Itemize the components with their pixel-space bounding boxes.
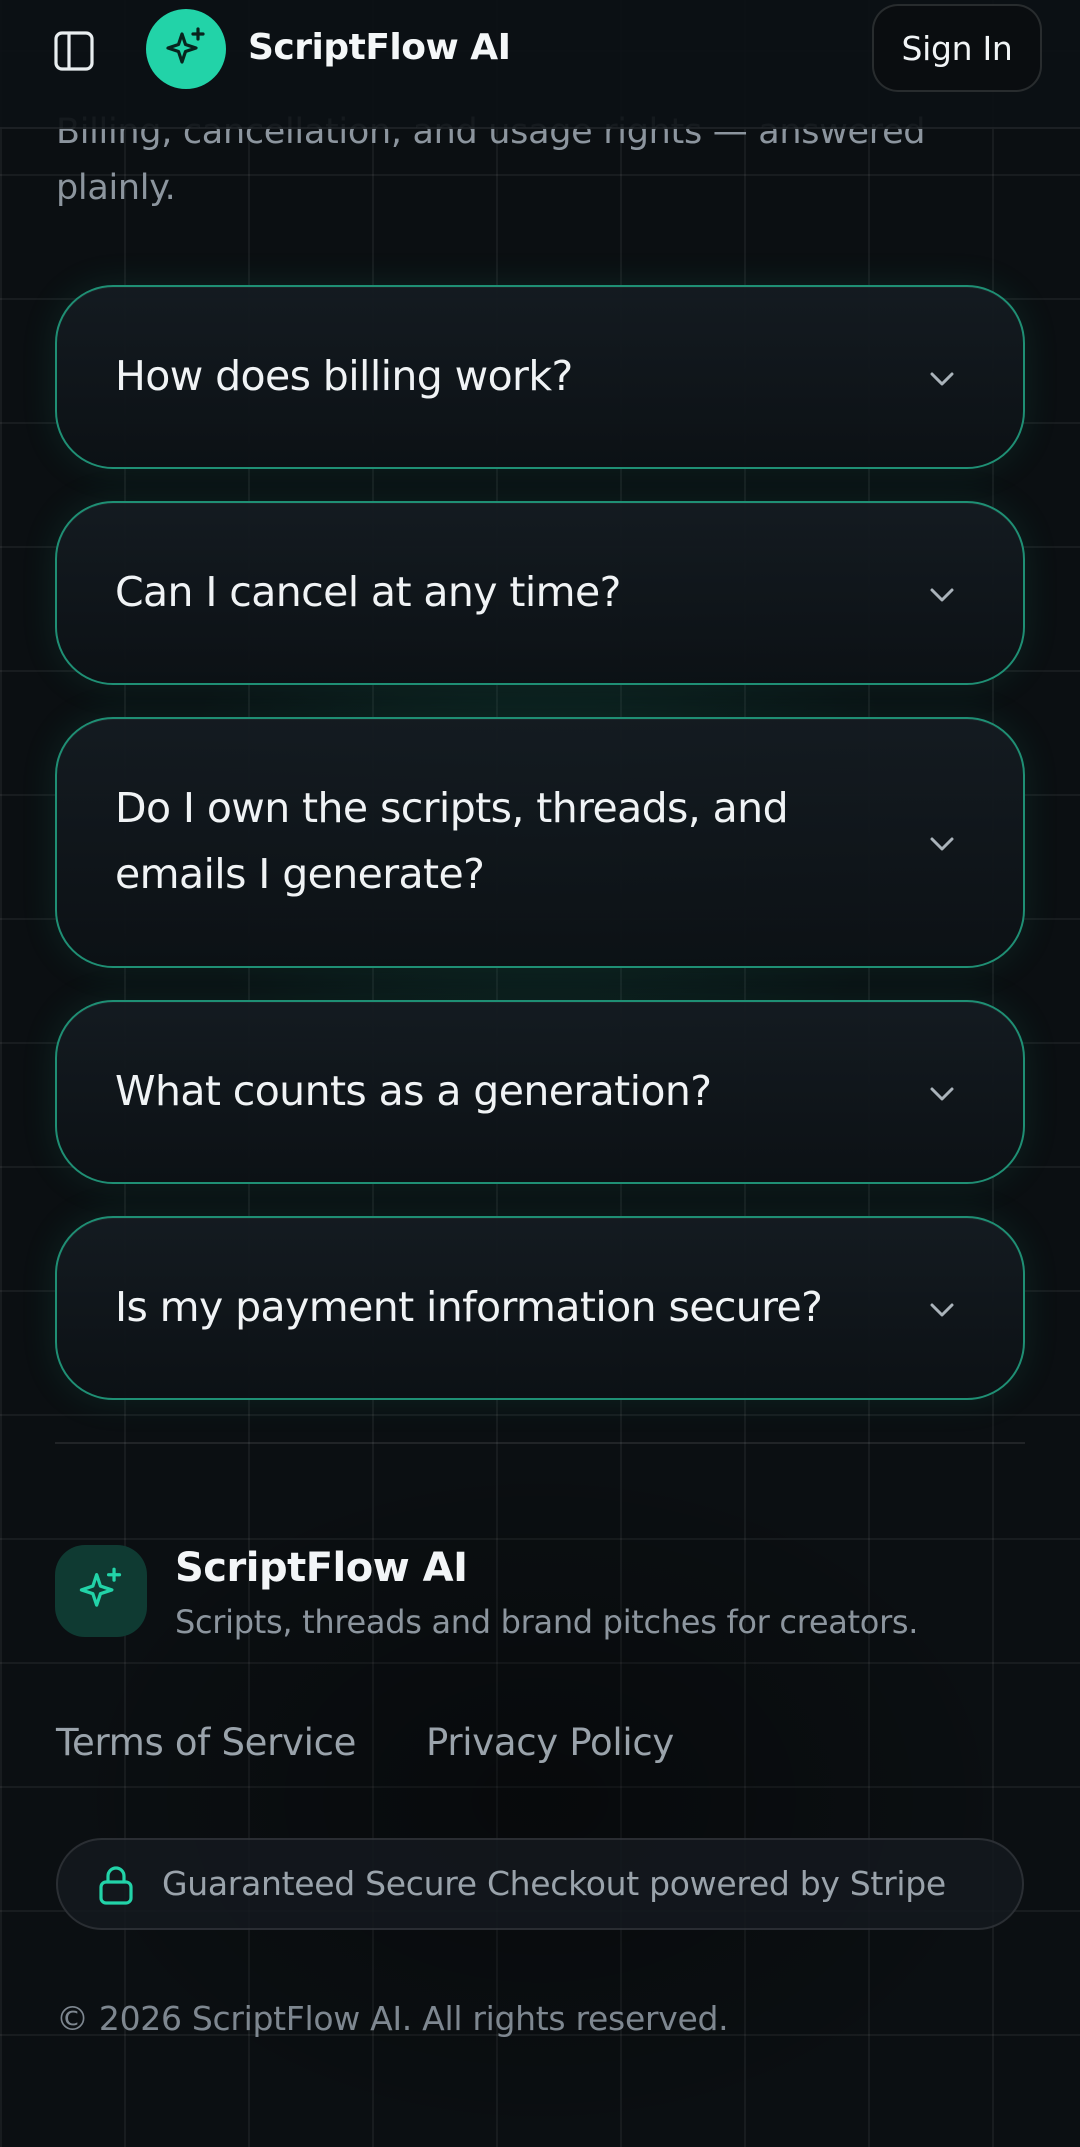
faq-question: What counts as a generation?	[115, 1067, 712, 1115]
sparkles-icon	[166, 27, 205, 64]
faq-question: Do I own the scripts, threads, and email…	[115, 784, 789, 898]
faq-question: Is my payment information secure?	[115, 1283, 823, 1331]
chevron-down-icon	[930, 372, 954, 386]
chevron-down-icon	[930, 837, 954, 851]
secure-checkout-text: Guaranteed Secure Checkout powered by St…	[162, 1864, 946, 1903]
faq-question: Can I cancel at any time?	[115, 568, 621, 616]
sign-in-button[interactable]: Sign In	[872, 4, 1042, 92]
lock-icon	[99, 1866, 133, 1905]
faq-item[interactable]: What counts as a generation?	[55, 1000, 1025, 1184]
sparkles-icon	[79, 1567, 122, 1607]
faq-question: How does billing work?	[115, 352, 573, 400]
faq-item[interactable]: How does billing work?	[55, 285, 1025, 469]
top-navbar: ScriptFlow AI Sign In	[0, 0, 1080, 129]
terms-link[interactable]: Terms of Service	[56, 1718, 356, 1768]
footer-tagline: Scripts, threads and brand pitches for c…	[175, 1603, 919, 1641]
footer-brand-name: ScriptFlow AI	[175, 1545, 468, 1591]
footer-divider	[55, 1442, 1025, 1444]
footer-logo	[55, 1545, 147, 1637]
logo[interactable]	[146, 9, 226, 89]
copyright-text: © 2026 ScriptFlow AI. All rights reserve…	[56, 1999, 729, 2038]
brand-name[interactable]: ScriptFlow AI	[248, 22, 511, 74]
sidebar-toggle-icon[interactable]	[52, 29, 96, 73]
privacy-link[interactable]: Privacy Policy	[426, 1718, 674, 1768]
chevron-down-icon	[930, 1303, 954, 1317]
chevron-down-icon	[930, 588, 954, 602]
faq-item[interactable]: Can I cancel at any time?	[55, 501, 1025, 685]
faq-item[interactable]: Is my payment information secure?	[55, 1216, 1025, 1400]
faq-item[interactable]: Do I own the scripts, threads, and email…	[55, 717, 1025, 968]
chevron-down-icon	[930, 1087, 954, 1101]
secure-checkout-badge: Guaranteed Secure Checkout powered by St…	[56, 1838, 1024, 1930]
